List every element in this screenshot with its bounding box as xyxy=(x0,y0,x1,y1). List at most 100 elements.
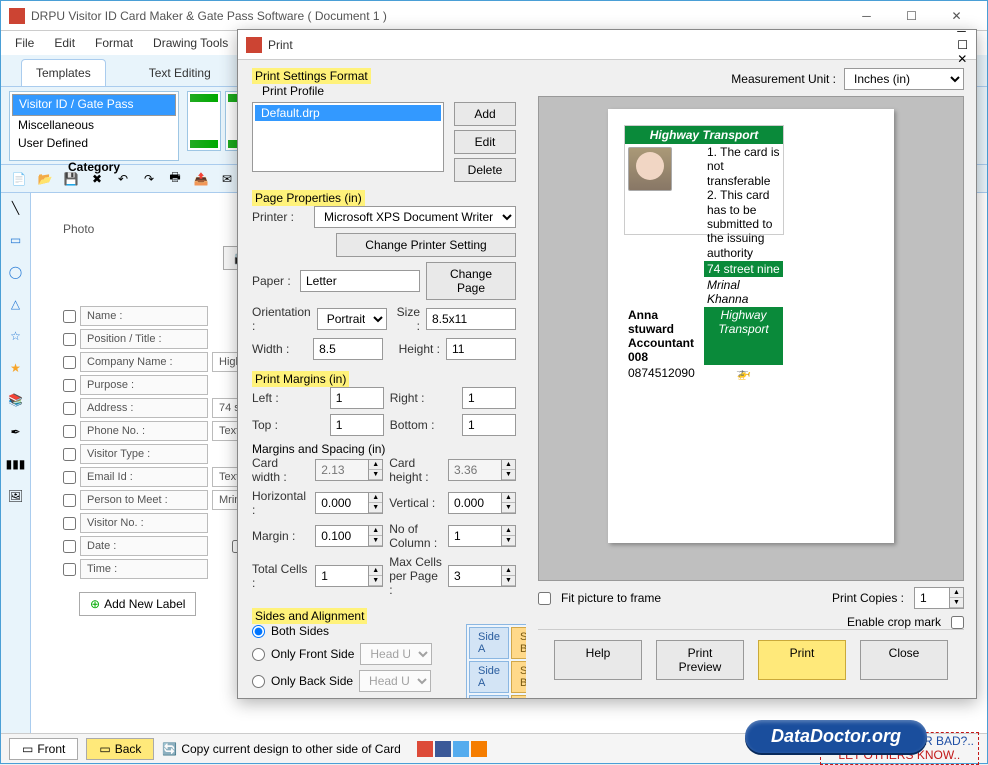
front-side-button[interactable]: ▭Front xyxy=(9,738,78,760)
left-margin-input[interactable] xyxy=(330,387,384,409)
blogger-icon[interactable] xyxy=(471,741,487,757)
side-b-button[interactable]: Side B xyxy=(511,627,526,659)
field-checkbox[interactable] xyxy=(63,356,76,369)
side-a-button[interactable]: Side A xyxy=(469,661,509,693)
side-b-button[interactable]: Side B xyxy=(511,661,526,693)
field-checkbox[interactable] xyxy=(63,425,76,438)
spinner-icon[interactable]: ▲▼ xyxy=(369,492,383,514)
facebook-icon[interactable] xyxy=(435,741,451,757)
field-checkbox[interactable] xyxy=(63,494,76,507)
open-icon[interactable]: 📂 xyxy=(35,169,55,189)
signature-tool-icon[interactable]: ✒ xyxy=(7,423,25,441)
minimize-button[interactable]: ─ xyxy=(844,2,889,30)
print-preview-button[interactable]: Print Preview xyxy=(656,640,744,680)
spinner-icon[interactable]: ▲▼ xyxy=(502,459,516,481)
back-side-button[interactable]: ▭Back xyxy=(86,738,154,760)
edit-profile-button[interactable]: Edit xyxy=(454,130,516,154)
undo-icon[interactable]: ↶ xyxy=(113,169,133,189)
menu-file[interactable]: File xyxy=(5,34,44,52)
field-checkbox[interactable] xyxy=(63,448,76,461)
spinner-icon[interactable]: ▲▼ xyxy=(502,525,516,547)
add-profile-button[interactable]: Add xyxy=(454,102,516,126)
profile-list[interactable]: Default.drp xyxy=(252,102,444,172)
google-plus-icon[interactable] xyxy=(417,741,433,757)
barcode-tool-icon[interactable]: ▮▮▮ xyxy=(7,455,25,473)
favorite-tool-icon[interactable]: ★ xyxy=(7,359,25,377)
side-b-button[interactable]: Side B xyxy=(511,695,526,698)
width-input[interactable] xyxy=(313,338,383,360)
category-list[interactable]: Visitor ID / Gate Pass Miscellaneous Use… xyxy=(9,91,179,161)
print-button[interactable]: Print xyxy=(758,640,846,680)
profile-item[interactable]: Default.drp xyxy=(255,105,441,121)
menu-format[interactable]: Format xyxy=(85,34,143,52)
spinner-icon[interactable]: ▲▼ xyxy=(369,565,383,587)
menu-edit[interactable]: Edit xyxy=(44,34,85,52)
horizontal-input[interactable] xyxy=(315,492,369,514)
printer-select[interactable]: Microsoft XPS Document Writer xyxy=(314,206,516,228)
dialog-maximize-button[interactable]: ☐ xyxy=(957,38,968,52)
field-checkbox[interactable] xyxy=(63,310,76,323)
new-icon[interactable]: 📄 xyxy=(9,169,29,189)
change-printer-button[interactable]: Change Printer Setting xyxy=(336,233,516,257)
twitter-icon[interactable] xyxy=(453,741,469,757)
side-a-button[interactable]: Side A xyxy=(469,695,509,698)
field-checkbox[interactable] xyxy=(63,540,76,553)
library-tool-icon[interactable]: 📚 xyxy=(7,391,25,409)
dialog-minimize-button[interactable]: ─ xyxy=(957,24,968,38)
field-checkbox[interactable] xyxy=(63,402,76,415)
height-input[interactable] xyxy=(446,338,516,360)
star-tool-icon[interactable]: ☆ xyxy=(7,327,25,345)
spinner-icon[interactable]: ▲▼ xyxy=(502,492,516,514)
help-button[interactable]: Help xyxy=(554,640,642,680)
save-icon[interactable]: 💾 xyxy=(61,169,81,189)
crop-mark-checkbox[interactable] xyxy=(951,616,964,629)
print-icon[interactable]: 🖶 xyxy=(165,169,185,189)
right-margin-input[interactable] xyxy=(462,387,516,409)
delete-icon[interactable]: ✖ xyxy=(87,169,107,189)
circle-tool-icon[interactable]: ◯ xyxy=(7,263,25,281)
measurement-unit-select[interactable]: Inches (in) xyxy=(844,68,964,90)
orientation-select[interactable]: Portrait xyxy=(317,308,387,330)
paper-input[interactable] xyxy=(300,270,420,292)
fit-picture-checkbox[interactable] xyxy=(538,592,551,605)
add-new-label-button[interactable]: ⊕Add New Label xyxy=(79,592,196,616)
menu-drawing[interactable]: Drawing Tools xyxy=(143,34,238,52)
ncol-input[interactable] xyxy=(448,525,502,547)
side-a-button[interactable]: Side A xyxy=(469,627,509,659)
category-item[interactable]: User Defined xyxy=(12,134,176,152)
category-item[interactable]: Visitor ID / Gate Pass xyxy=(12,94,176,116)
margin-input[interactable] xyxy=(315,525,369,547)
front-only-radio[interactable] xyxy=(252,648,265,661)
field-checkbox[interactable] xyxy=(63,379,76,392)
size-input[interactable] xyxy=(426,308,516,330)
close-dialog-button[interactable]: Close xyxy=(860,640,948,680)
spinner-icon[interactable]: ▲▼ xyxy=(950,587,964,609)
email-icon[interactable]: ✉ xyxy=(217,169,237,189)
copy-design-button[interactable]: 🔄Copy current design to other side of Ca… xyxy=(162,742,400,756)
spinner-icon[interactable]: ▲▼ xyxy=(369,459,383,481)
spinner-icon[interactable]: ▲▼ xyxy=(369,525,383,547)
card-width-input[interactable] xyxy=(315,459,369,481)
image-tool-icon[interactable]: 🖼 xyxy=(7,487,25,505)
card-height-input[interactable] xyxy=(448,459,502,481)
print-copies-input[interactable] xyxy=(914,587,950,609)
tab-templates[interactable]: Templates xyxy=(21,59,106,86)
maxcells-input[interactable] xyxy=(448,565,502,587)
change-page-button[interactable]: Change Page xyxy=(426,262,516,300)
field-checkbox[interactable] xyxy=(63,471,76,484)
line-tool-icon[interactable]: ╲ xyxy=(7,199,25,217)
redo-icon[interactable]: ↷ xyxy=(139,169,159,189)
spinner-icon[interactable]: ▲▼ xyxy=(502,565,516,587)
export-icon[interactable]: 📤 xyxy=(191,169,211,189)
both-sides-radio[interactable] xyxy=(252,625,265,638)
rect-tool-icon[interactable]: ▭ xyxy=(7,231,25,249)
total-cells-input[interactable] xyxy=(315,565,369,587)
vertical-input[interactable] xyxy=(448,492,502,514)
template-thumb[interactable] xyxy=(187,91,221,151)
field-checkbox[interactable] xyxy=(63,517,76,530)
maximize-button[interactable]: ☐ xyxy=(889,2,934,30)
top-margin-input[interactable] xyxy=(330,414,384,436)
category-item[interactable]: Miscellaneous xyxy=(12,116,176,134)
field-checkbox[interactable] xyxy=(63,333,76,346)
field-checkbox[interactable] xyxy=(63,563,76,576)
